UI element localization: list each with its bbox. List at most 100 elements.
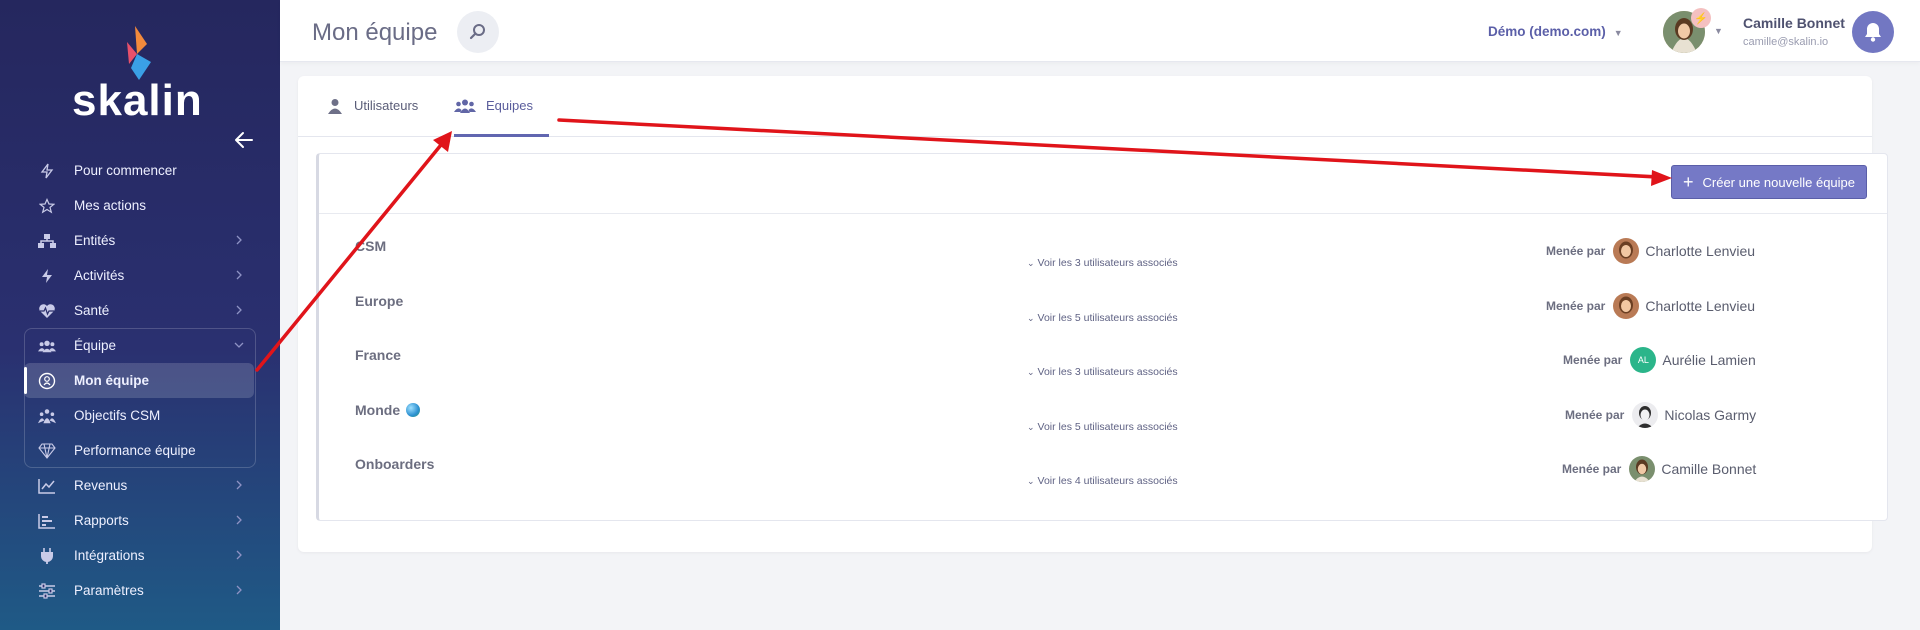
skalin-logo[interactable]: skalin: [72, 24, 203, 125]
team-circle-icon: [38, 372, 56, 390]
notifications-button[interactable]: [1852, 11, 1894, 53]
sidebar-item-label: Équipe: [74, 338, 117, 353]
chevron-right-icon: [236, 550, 242, 560]
team-name: Onboarders: [355, 456, 435, 472]
bar-chart-icon: [38, 512, 56, 530]
show-team-users-link[interactable]: ⌄ Voir les 3 utilisateurs associés: [1027, 257, 1178, 269]
show-team-users-link[interactable]: ⌄ Voir les 5 utilisateurs associés: [1027, 421, 1178, 433]
team-leader: Menée par Charlotte Lenvieu: [1546, 293, 1755, 319]
tab-label: Equipes: [486, 98, 533, 113]
led-by-label: Menée par: [1546, 244, 1606, 258]
sidebar-nav: Pour commencer Mes actions Entités Activ…: [0, 153, 280, 608]
link-label: Voir les 5 utilisateurs associés: [1037, 421, 1178, 433]
show-team-users-link[interactable]: ⌄ Voir les 3 utilisateurs associés: [1027, 366, 1178, 378]
sidebar-item-label: Mes actions: [74, 198, 147, 213]
chevron-down-icon: ⌄: [1027, 258, 1035, 268]
logo-text: skalin: [72, 76, 203, 125]
leader-avatar: [1613, 293, 1640, 319]
bolt-icon: [38, 267, 56, 285]
leader-initials-avatar: AL: [1630, 347, 1657, 373]
user-name: Camille Bonnet: [1743, 15, 1845, 31]
team-name: CSM: [355, 238, 387, 254]
team-row: CSM ⌄ Voir les 3 utilisateurs associés Me…: [319, 224, 1887, 279]
link-label: Voir les 3 utilisateurs associés: [1037, 366, 1178, 378]
teams-toolbar: + Créer une nouvelle équipe: [319, 154, 1887, 214]
show-team-users-link[interactable]: ⌄ Voir les 4 utilisateurs associés: [1027, 475, 1178, 487]
sidebar-item-pour-commencer[interactable]: Pour commencer: [0, 153, 280, 188]
led-by-label: Menée par: [1565, 408, 1625, 422]
sidebar-item-entites[interactable]: Entités: [0, 223, 280, 258]
leader-name: Camille Bonnet: [1661, 461, 1757, 477]
sidebar-item-objectifs-csm[interactable]: Objectifs CSM: [0, 398, 280, 433]
chevron-right-icon: [236, 480, 242, 490]
sidebar-item-label: Performance équipe: [74, 443, 196, 458]
bell-icon: [1865, 23, 1881, 42]
workspace-label: Démo (demo.com): [1488, 24, 1606, 39]
tabs-bar: Utilisateurs Equipes: [298, 76, 1872, 137]
sidebar-item-equipe[interactable]: Équipe: [0, 328, 280, 363]
team-row: Onboarders ⌄ Voir les 4 utilisateurs asso…: [319, 442, 1887, 497]
sidebar-item-label: Pour commencer: [74, 163, 177, 178]
sidebar-item-label: Revenus: [74, 478, 128, 493]
sidebar-item-revenus[interactable]: Revenus: [0, 468, 280, 503]
bolt-outline-icon: [38, 162, 56, 180]
sidebar-item-parametres[interactable]: Paramètres: [0, 573, 280, 608]
workspace-selector[interactable]: Démo (demo.com) ▼: [1488, 24, 1623, 39]
sidebar-item-rapports[interactable]: Rapports: [0, 503, 280, 538]
sidebar-item-label: Santé: [74, 303, 110, 318]
link-label: Voir les 5 utilisateurs associés: [1037, 312, 1178, 324]
user-menu-caret-icon[interactable]: ▼: [1714, 26, 1723, 36]
team-leader: Menée par Nicolas Garmy: [1565, 402, 1756, 428]
plug-icon: [38, 547, 56, 565]
leader-avatar: [1613, 238, 1640, 264]
sidebar-item-label: Paramètres: [74, 583, 144, 598]
chevron-right-icon: [236, 305, 242, 315]
chevron-down-icon: ⌄: [1027, 313, 1035, 323]
caret-down-icon: ▼: [1613, 28, 1623, 38]
tab-utilisateurs[interactable]: Utilisateurs: [326, 98, 418, 137]
show-team-users-link[interactable]: ⌄ Voir les 5 utilisateurs associés: [1027, 312, 1178, 324]
sidebar-item-mon-equipe[interactable]: Mon équipe: [24, 363, 254, 398]
team-row: Monde ⌄ Voir les 5 utilisateurs associés …: [319, 388, 1887, 443]
collapse-sidebar-arrow-icon[interactable]: [232, 128, 256, 152]
tab-label: Utilisateurs: [354, 98, 419, 113]
sidebar-item-label: Mon équipe: [74, 373, 149, 388]
create-team-label: Créer une nouvelle équipe: [1702, 174, 1856, 190]
led-by-label: Menée par: [1546, 299, 1606, 313]
tab-equipes[interactable]: Equipes: [454, 98, 549, 137]
search-icon: [469, 24, 485, 40]
sidebar-item-performance-equipe[interactable]: Performance équipe: [0, 433, 280, 468]
main-card: Utilisateurs Equipes + Créer une nouvell…: [298, 76, 1888, 552]
chevron-down-icon: ⌄: [1027, 476, 1035, 486]
chevron-right-icon: [236, 515, 242, 525]
team-name-text: Monde: [355, 402, 401, 418]
search-button[interactable]: [457, 11, 499, 53]
line-chart-icon: [38, 477, 56, 495]
leader-name: Charlotte Lenvieu: [1645, 298, 1756, 314]
sidebar: skalin Pour commencer Mes actions Entité…: [0, 0, 280, 630]
teams-panel: + Créer une nouvelle équipe CSM ⌄ Voir le…: [316, 153, 1888, 521]
chevron-right-icon: [236, 235, 242, 245]
sidebar-item-activites[interactable]: Activités: [0, 258, 280, 293]
team-leader: Menée par AL Aurélie Lamien: [1563, 347, 1756, 373]
team-name: France: [355, 347, 401, 363]
team-goals-icon: [38, 407, 56, 425]
team-leader: Menée par Charlotte Lenvieu: [1546, 238, 1755, 264]
sidebar-item-sante[interactable]: Santé: [0, 293, 280, 328]
sitemap-icon: [38, 232, 56, 250]
sidebar-item-integrations[interactable]: Intégrations: [0, 538, 280, 573]
users-icon: [38, 337, 56, 355]
page-title: Mon équipe: [312, 19, 438, 46]
chevron-right-icon: [236, 585, 242, 595]
sidebar-item-label: Rapports: [74, 513, 129, 528]
sidebar-item-label: Intégrations: [74, 548, 145, 563]
globe-icon: [406, 403, 421, 417]
plus-icon: +: [1682, 172, 1694, 192]
sidebar-item-mes-actions[interactable]: Mes actions: [0, 188, 280, 223]
team-name: Monde: [355, 402, 421, 418]
team-name: Europe: [355, 293, 404, 309]
chevron-right-icon: [236, 270, 242, 280]
star-outline-icon: [38, 197, 56, 215]
create-team-button[interactable]: + Créer une nouvelle équipe: [1671, 165, 1867, 199]
heartbeat-icon: [38, 302, 56, 320]
